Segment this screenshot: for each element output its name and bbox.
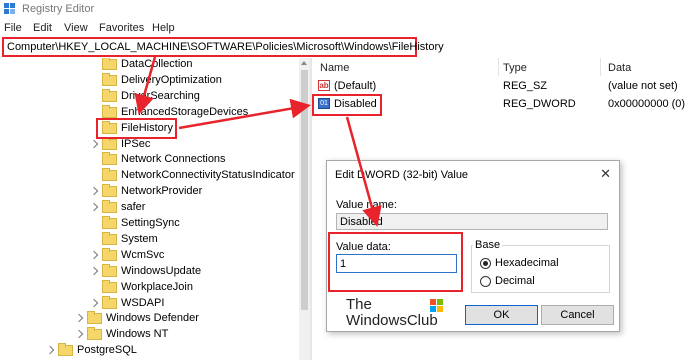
annotation-arrows: [134, 56, 382, 227]
arrow-value-to-dialog: [345, 116, 382, 227]
arrow-tree-to-value: [178, 98, 311, 130]
arrow-address-to-tree: [134, 56, 157, 115]
